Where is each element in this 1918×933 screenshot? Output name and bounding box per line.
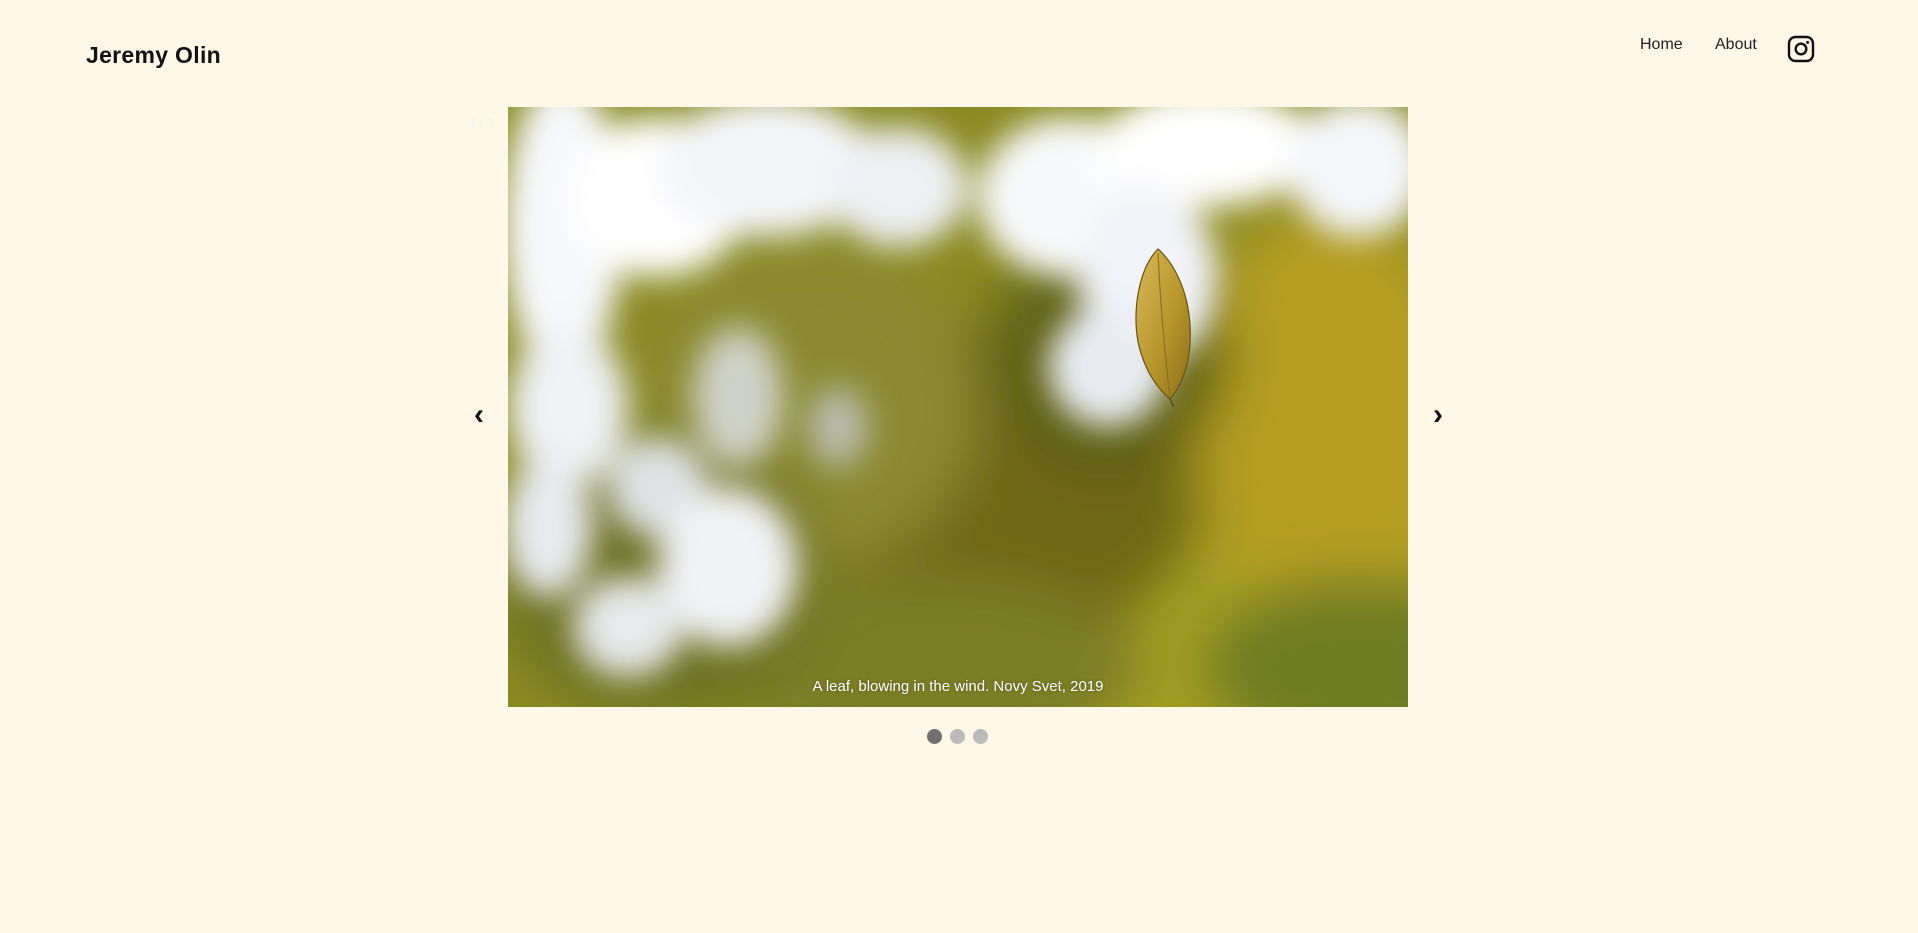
slide-caption: A leaf, blowing in the wind. Novy Svet, …	[812, 678, 1104, 695]
slide-dot-2[interactable]	[950, 729, 965, 744]
slideshow: A leaf, blowing in the wind. Novy Svet, …	[508, 107, 1408, 707]
slide-dot-1[interactable]	[927, 729, 942, 744]
site-title[interactable]: Jeremy Olin	[86, 42, 221, 69]
slide-photo	[508, 107, 1408, 707]
nav-link-home[interactable]: Home	[1640, 36, 1683, 54]
slide-number: 1 / 3	[470, 116, 494, 130]
next-slide-button[interactable]: ›	[1426, 395, 1450, 435]
slide-dot-3[interactable]	[973, 729, 988, 744]
prev-slide-button[interactable]: ‹	[467, 395, 491, 435]
instagram-icon[interactable]	[1787, 35, 1815, 63]
nav-link-about[interactable]: About	[1715, 36, 1757, 54]
